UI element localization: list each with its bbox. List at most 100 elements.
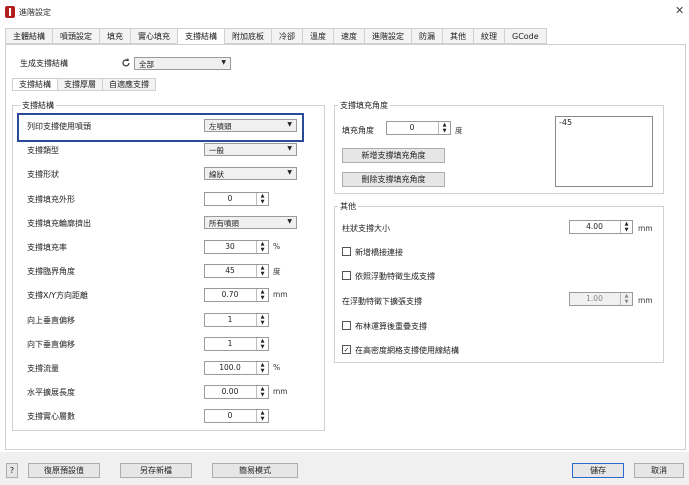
sub-tab-0[interactable]: 支撐結構 [12, 78, 57, 91]
tab-13[interactable]: GCode [504, 28, 547, 44]
tab-5[interactable]: 附加底板 [224, 28, 271, 44]
easy-mode-button[interactable]: 簡易模式 [212, 463, 298, 478]
caret-down-icon[interactable]: ▼ [257, 199, 268, 205]
support-row-label: 支撐填充輪廓擠出 [27, 219, 91, 228]
spin-buttons[interactable]: ▲ ▼ [256, 314, 268, 326]
pillar-size-label: 柱狀支撐大小 [342, 224, 390, 233]
spin-buttons[interactable]: ▲ ▼ [256, 241, 268, 253]
tab-9[interactable]: 進階設定 [364, 28, 411, 44]
float-expand-spin[interactable]: 1.00 ▲ ▼ [569, 292, 633, 306]
spin-buttons[interactable]: ▲ ▼ [620, 293, 632, 305]
caret-down-icon[interactable]: ▼ [257, 247, 268, 253]
support-row-select[interactable]: 所有噴頭 ▼ [204, 216, 297, 229]
save-button[interactable]: 儲存 [572, 463, 624, 478]
sub-tab-2[interactable]: 自適應支撐 [102, 78, 156, 91]
tab-3[interactable]: 實心填充 [130, 28, 177, 44]
boolean-overlap-checkbox[interactable] [342, 321, 351, 330]
support-row-unit: mm [273, 387, 288, 396]
tab-7[interactable]: 溫度 [302, 28, 333, 44]
pillar-size-spin[interactable]: 4.00 ▲ ▼ [569, 220, 633, 234]
support-row-unit: mm [273, 290, 288, 299]
tab-4[interactable]: 支撐結構 [177, 28, 224, 44]
float-feature-checkbox[interactable] [342, 271, 351, 280]
fill-angle-value: 0 [409, 123, 415, 132]
support-row-unit: % [273, 363, 281, 372]
spin-buttons[interactable]: ▲ ▼ [256, 193, 268, 205]
spin-buttons[interactable]: ▲ ▼ [438, 122, 450, 134]
support-row-spin[interactable]: 1 ▲ ▼ [204, 337, 269, 351]
other-group-title: 其他 [338, 201, 358, 212]
support-row-spin[interactable]: 30 ▲ ▼ [204, 240, 269, 254]
caret-down-icon[interactable]: ▼ [257, 320, 268, 326]
support-row-label: 支撐填充外形 [27, 195, 75, 204]
support-row-select[interactable]: 線狀 ▼ [204, 167, 297, 180]
tab-2[interactable]: 填充 [99, 28, 130, 44]
add-bridge-checkbox[interactable] [342, 247, 351, 256]
caret-down-icon[interactable]: ▼ [439, 128, 450, 134]
tab-11[interactable]: 其他 [442, 28, 473, 44]
caret-down-icon[interactable]: ▼ [621, 227, 632, 233]
support-mode-value: 全部 [139, 60, 154, 69]
spin-buttons[interactable]: ▲ ▼ [256, 265, 268, 277]
reset-defaults-button[interactable]: 復原預設值 [28, 463, 100, 478]
fill-angle-list[interactable]: -45 [555, 116, 653, 187]
tab-0[interactable]: 主體結構 [5, 28, 52, 44]
support-mode-label: 生成支撐結構 [20, 59, 68, 68]
highlight-box [17, 113, 304, 142]
support-row-spin[interactable]: 45 ▲ ▼ [204, 264, 269, 278]
support-row-spin[interactable]: 0 ▲ ▼ [204, 409, 269, 423]
spin-buttons[interactable]: ▲ ▼ [256, 386, 268, 398]
chevron-down-icon: ▼ [287, 145, 292, 152]
delete-fill-angle-button[interactable]: 刪除支撐填充角度 [342, 172, 445, 187]
pillar-size-value: 4.00 [586, 222, 603, 231]
sub-tab-bar: 支撐結構 支撐厚層 自適應支撐 [12, 78, 156, 91]
help-button[interactable]: ? [6, 463, 18, 478]
spin-buttons[interactable]: ▲ ▼ [256, 410, 268, 422]
fill-angle-spin[interactable]: 0 ▲ ▼ [386, 121, 451, 135]
caret-down-icon[interactable]: ▼ [257, 295, 268, 301]
check-icon: ✓ [343, 346, 350, 354]
spin-buttons[interactable]: ▲ ▼ [256, 338, 268, 350]
save-as-new-button[interactable]: 另存新檔 [120, 463, 192, 478]
caret-down-icon[interactable]: ▼ [257, 271, 268, 277]
tab-8[interactable]: 速度 [333, 28, 364, 44]
support-row-spin[interactable]: 0 ▲ ▼ [204, 192, 269, 206]
support-row-label: 支撐填充率 [27, 243, 67, 252]
spin-buttons[interactable]: ▲ ▼ [256, 362, 268, 374]
tab-6[interactable]: 冷卻 [271, 28, 302, 44]
dense-grid-checkbox[interactable]: ✓ [342, 345, 351, 354]
support-row-label: 向下垂直偏移 [27, 340, 75, 349]
caret-down-icon[interactable]: ▼ [257, 416, 268, 422]
pillar-size-unit: mm [638, 224, 653, 233]
support-mode-select[interactable]: 全部 ▼ [134, 57, 231, 70]
caret-down-icon[interactable]: ▼ [621, 299, 632, 305]
support-row-select[interactable]: 一般 ▼ [204, 143, 297, 156]
caret-down-icon[interactable]: ▼ [257, 368, 268, 374]
float-feature-label: 依照浮動特徵生成支撐 [355, 272, 435, 281]
fill-angle-label: 填充角度 [342, 126, 374, 135]
float-expand-label: 在浮動特徵下擴張支撐 [342, 297, 422, 306]
support-row-label: 水平擴展長度 [27, 388, 75, 397]
support-row-spin[interactable]: 100.0 ▲ ▼ [204, 361, 269, 375]
boolean-overlap-label: 布林運算後重疊支撐 [355, 322, 427, 331]
tab-1[interactable]: 噴頭設定 [52, 28, 99, 44]
sub-tab-1[interactable]: 支撐厚層 [57, 78, 102, 91]
close-icon[interactable]: ✕ [675, 4, 684, 17]
cancel-button[interactable]: 取消 [634, 463, 684, 478]
support-row-spin[interactable]: 0.00 ▲ ▼ [204, 385, 269, 399]
support-row-spin[interactable]: 1 ▲ ▼ [204, 313, 269, 327]
support-group-title: 支撐結構 [20, 100, 56, 111]
float-expand-unit: mm [638, 296, 653, 305]
caret-down-icon[interactable]: ▼ [257, 344, 268, 350]
refresh-icon[interactable] [120, 57, 132, 69]
tab-12[interactable]: 紋理 [473, 28, 504, 44]
caret-down-icon[interactable]: ▼ [257, 392, 268, 398]
spin-buttons[interactable]: ▲ ▼ [256, 289, 268, 301]
support-row-value: 線狀 [209, 170, 224, 179]
spin-buttons[interactable]: ▲ ▼ [620, 221, 632, 233]
window-title: 進階設定 [19, 8, 51, 17]
add-fill-angle-button[interactable]: 新增支撐填充角度 [342, 148, 445, 163]
tab-10[interactable]: 防漏 [411, 28, 442, 44]
support-row-spin[interactable]: 0.70 ▲ ▼ [204, 288, 269, 302]
list-item[interactable]: -45 [556, 117, 652, 128]
